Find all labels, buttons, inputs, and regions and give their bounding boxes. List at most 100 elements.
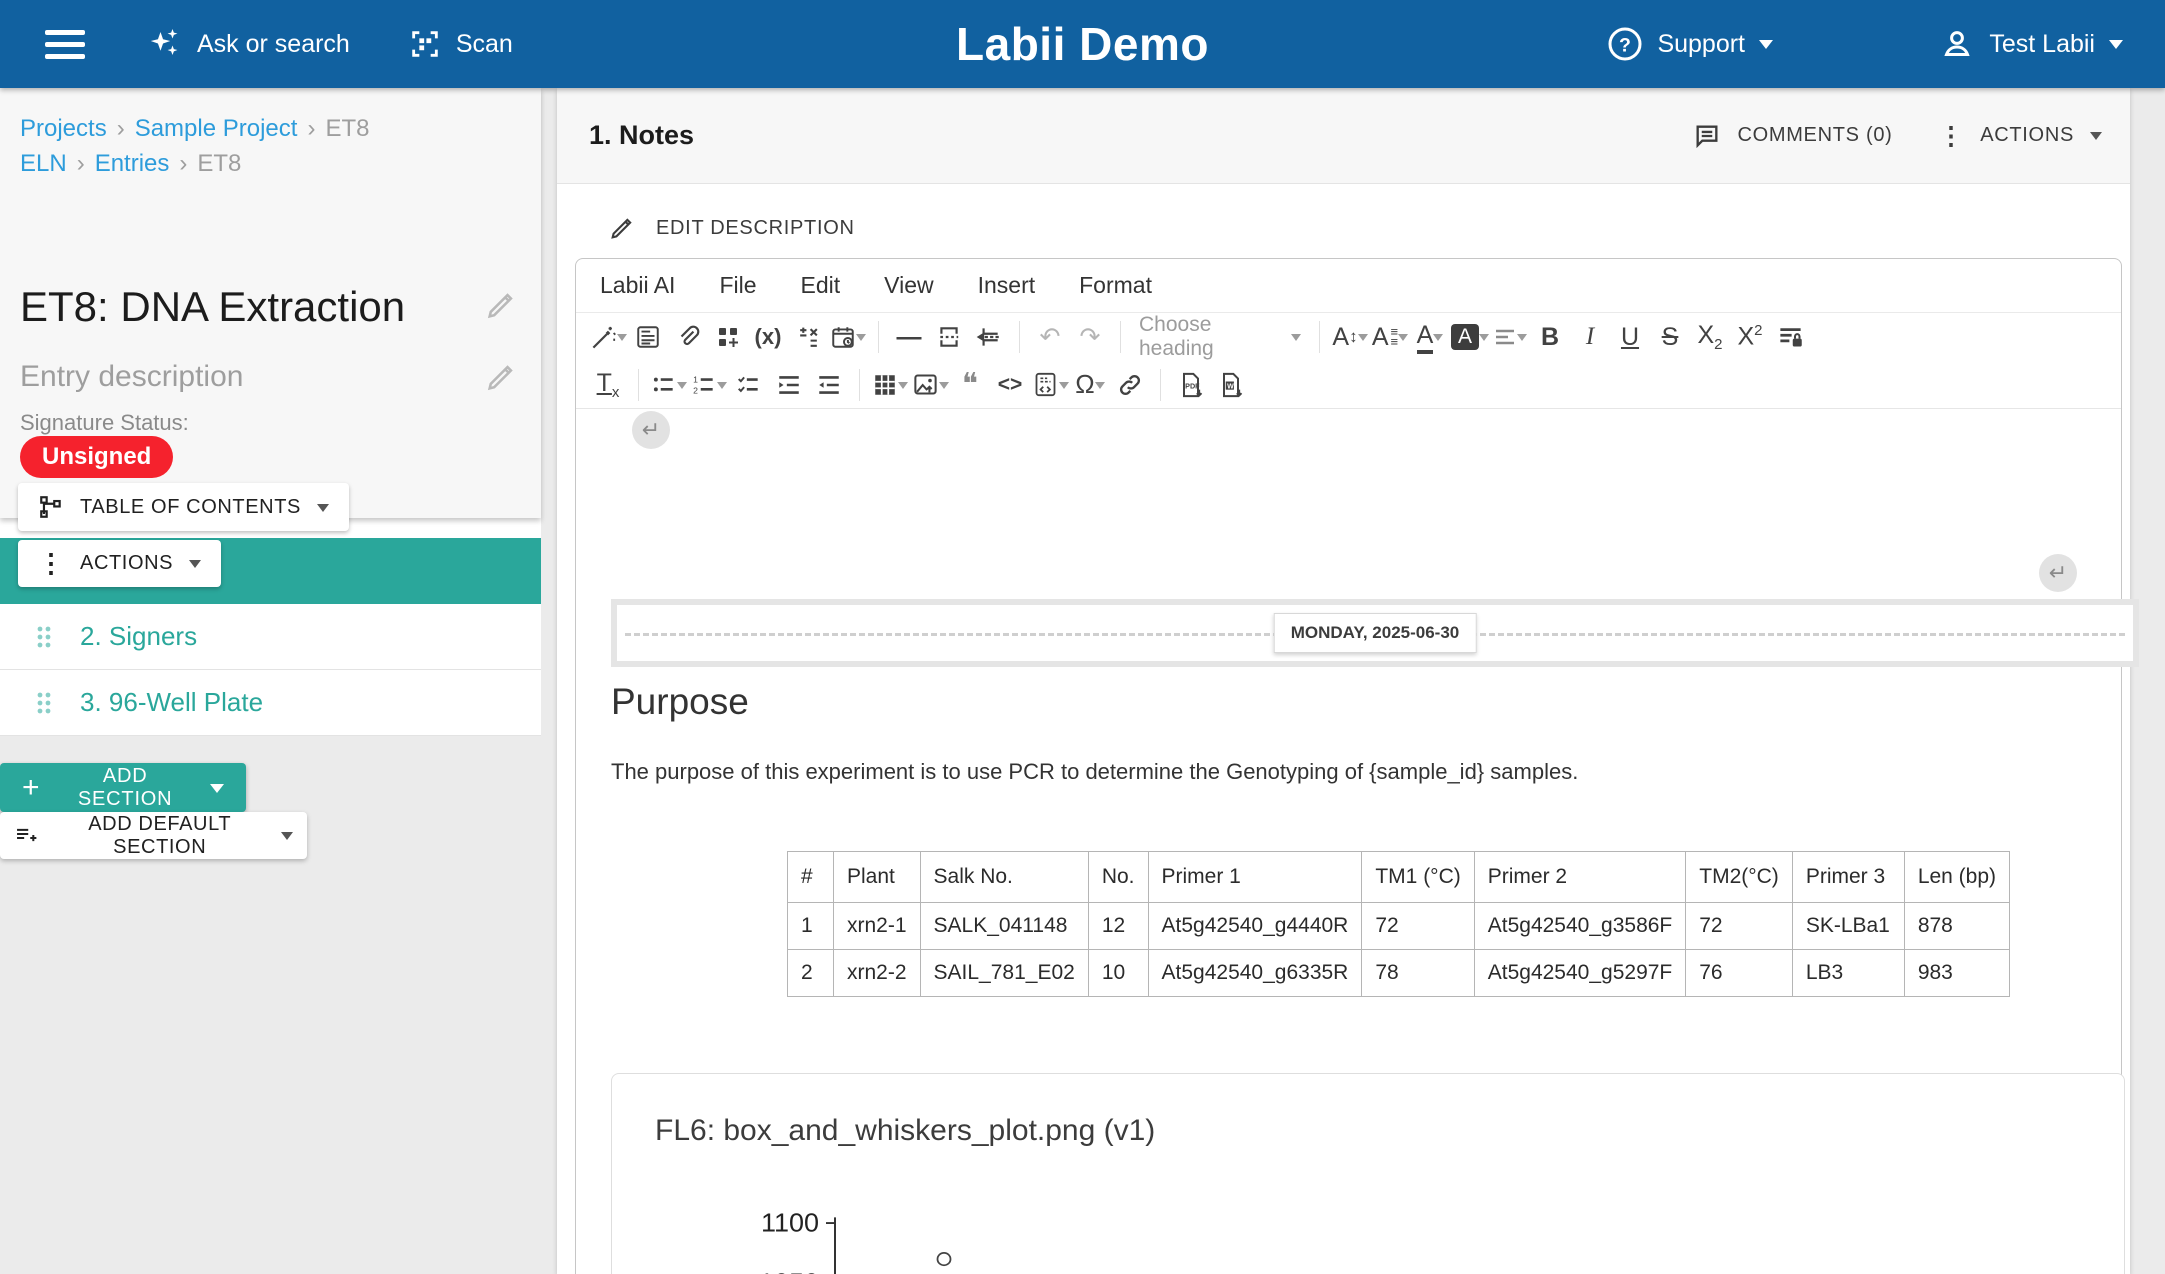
breadcrumb-current: ET8	[197, 150, 241, 178]
undo-button[interactable]: ↶	[1030, 315, 1070, 359]
breadcrumb-eln[interactable]: ELN	[20, 150, 67, 178]
datetime-button[interactable]	[828, 315, 868, 359]
bold-button[interactable]: B	[1530, 315, 1570, 359]
alignment-button[interactable]	[1490, 315, 1530, 359]
toolbar-separator	[878, 321, 879, 353]
table-cell: SAIL_781_E02	[920, 950, 1088, 997]
insert-link-button[interactable]	[1110, 363, 1150, 407]
font-color-button[interactable]: A	[1410, 315, 1450, 359]
heading-dropdown[interactable]: Choose heading	[1131, 313, 1309, 361]
support-menu[interactable]: ? Support	[1607, 26, 1773, 62]
template-button[interactable]	[628, 315, 668, 359]
subscript-button[interactable]: X2	[1690, 315, 1730, 359]
breadcrumb-projects[interactable]: Projects	[20, 115, 107, 143]
breadcrumb-sample-project[interactable]: Sample Project	[135, 115, 298, 143]
menu-format[interactable]: Format	[1079, 272, 1152, 299]
entry-description-placeholder[interactable]: Entry description	[20, 360, 243, 394]
comments-button[interactable]: COMMENTS (0)	[1693, 122, 1892, 150]
outdent-button[interactable]	[809, 363, 849, 407]
ai-magic-wand-button[interactable]	[588, 315, 628, 359]
entry-actions-button[interactable]: ⋮ ACTIONS	[18, 540, 221, 587]
todo-list-icon	[736, 372, 762, 398]
figure-card[interactable]: FL6: box_and_whiskers_plot.png (v1) 1100…	[611, 1073, 2125, 1274]
superscript-button[interactable]: X2	[1730, 315, 1770, 359]
inline-code-button[interactable]: <>	[990, 363, 1030, 407]
page-break-icon	[936, 324, 962, 350]
insert-table-button[interactable]	[870, 363, 910, 407]
blockquote-button[interactable]: ❝	[950, 363, 990, 407]
insert-paragraph-after-button[interactable]: ↵	[2039, 554, 2077, 592]
editor-menubar: Labii AI File Edit View Insert Format	[576, 259, 2121, 313]
restricted-editing-button[interactable]	[1770, 315, 1810, 359]
todo-list-button[interactable]	[729, 363, 769, 407]
menu-view[interactable]: View	[884, 272, 933, 299]
user-menu[interactable]: Test Labii	[1939, 26, 2123, 62]
insert-paragraph-before-button[interactable]: ↵	[632, 411, 670, 449]
attachment-button[interactable]	[668, 315, 708, 359]
remove-format-button[interactable]: Tx	[588, 363, 628, 407]
section-break-icon	[976, 324, 1002, 350]
scan-button[interactable]: Scan	[408, 27, 513, 61]
redo-button[interactable]: ↷	[1070, 315, 1110, 359]
table-cell: At5g42540_g5297F	[1474, 950, 1686, 997]
breadcrumb: ELN› Entries› ET8	[20, 150, 241, 178]
menu-icon[interactable]	[45, 23, 85, 66]
date-divider-widget[interactable]: MONDAY, 2025-06-30	[611, 599, 2139, 667]
horizontal-line-button[interactable]: —	[889, 315, 929, 359]
table-row: 1xrn2-1SALK_04114812At5g42540_g4440R72At…	[788, 903, 2010, 950]
insert-image-button[interactable]	[910, 363, 950, 407]
menu-file[interactable]: File	[719, 272, 756, 299]
menu-edit[interactable]: Edit	[801, 272, 841, 299]
special-characters-button[interactable]: Ω	[1070, 363, 1110, 407]
table-header-cell: #	[788, 852, 834, 903]
actions-label: ACTIONS	[1980, 124, 2074, 147]
formula-button[interactable]	[788, 315, 828, 359]
variable-button[interactable]: (x)	[748, 315, 788, 359]
section-actions-button[interactable]: ⋮ ACTIONS	[1939, 121, 2103, 151]
svg-text:?: ?	[1619, 35, 1631, 57]
chevron-down-icon	[1095, 382, 1105, 394]
comment-icon	[1693, 122, 1721, 150]
section-break-button[interactable]	[969, 315, 1009, 359]
box-whiskers-chart: 110010501000950us 299,000)true speed	[665, 1204, 1765, 1274]
toolbar-separator	[638, 369, 639, 401]
menu-insert[interactable]: Insert	[978, 272, 1036, 299]
return-arrow-icon: ↵	[642, 417, 660, 443]
export-word-button[interactable]: W	[1211, 363, 1251, 407]
underline-button[interactable]: U	[1610, 315, 1650, 359]
table-cell: 72	[1686, 903, 1793, 950]
chevron-down-icon	[1059, 382, 1069, 394]
breadcrumb-current: ET8	[325, 115, 369, 143]
drag-handle-icon[interactable]	[36, 691, 52, 715]
strikethrough-button[interactable]: S	[1650, 315, 1690, 359]
italic-button[interactable]: I	[1570, 315, 1610, 359]
qr-scan-icon	[408, 27, 442, 61]
numbered-list-button[interactable]: 12	[689, 363, 729, 407]
font-family-button[interactable]: A≡≡	[1370, 315, 1410, 359]
font-size-button[interactable]: A↕	[1330, 315, 1370, 359]
bulleted-list-button[interactable]	[649, 363, 689, 407]
calendar-clock-icon	[830, 324, 856, 350]
tree-icon	[38, 494, 64, 520]
export-pdf-button[interactable]: PDF	[1171, 363, 1211, 407]
comments-label: COMMENTS (0)	[1737, 124, 1892, 147]
drag-handle-icon[interactable]	[36, 625, 52, 649]
ask-or-search-button[interactable]: Ask or search	[147, 26, 350, 62]
edit-description-button[interactable]: EDIT DESCRIPTION	[608, 214, 855, 242]
edit-title-pencil-icon[interactable]	[484, 288, 518, 322]
sidebar-item-signers[interactable]: 2. Signers	[0, 604, 541, 670]
breadcrumb-entries[interactable]: Entries	[95, 150, 170, 178]
support-label: Support	[1657, 30, 1745, 59]
add-default-section-button[interactable]: ADD DEFAULT SECTION	[0, 812, 307, 859]
code-block-button[interactable]	[1030, 363, 1070, 407]
font-background-button[interactable]: A	[1450, 315, 1490, 359]
menu-labii-ai[interactable]: Labii AI	[600, 272, 675, 299]
add-section-button[interactable]: + ADD SECTION	[0, 763, 246, 812]
widgets-button[interactable]	[708, 315, 748, 359]
indent-button[interactable]	[769, 363, 809, 407]
chevron-down-icon	[939, 382, 949, 394]
sidebar-item-96-well-plate[interactable]: 3. 96-Well Plate	[0, 670, 541, 736]
page-break-button[interactable]	[929, 315, 969, 359]
edit-description-pencil-icon[interactable]	[484, 360, 518, 394]
table-of-contents-button[interactable]: TABLE OF CONTENTS	[18, 483, 349, 531]
